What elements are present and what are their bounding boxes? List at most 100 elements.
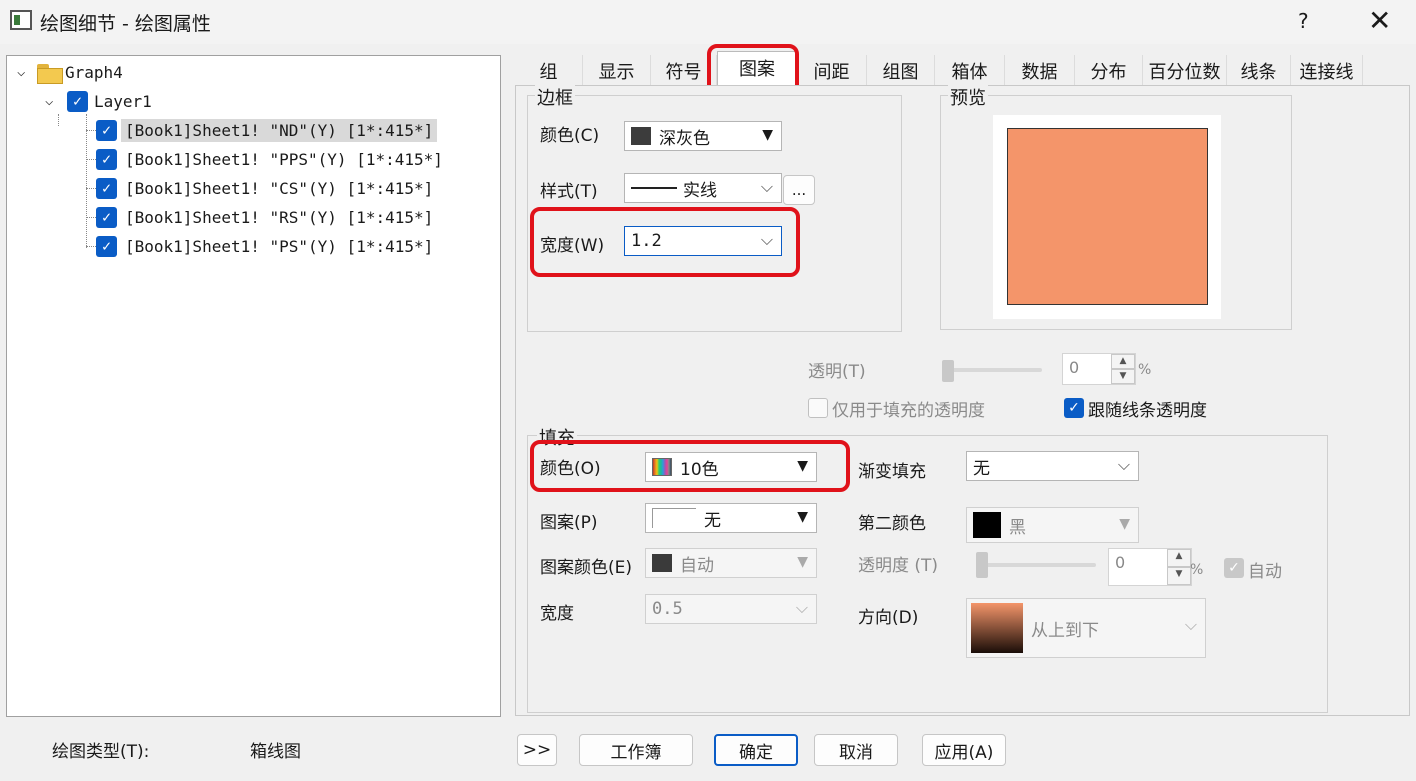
close-button[interactable]: ✕ bbox=[1368, 4, 1391, 37]
apply-button[interactable]: 应用(A) bbox=[922, 734, 1006, 766]
cancel-button[interactable]: 取消 bbox=[814, 734, 898, 766]
fill-opacity-slider-thumb[interactable] bbox=[976, 552, 988, 578]
tab-distribution[interactable]: 分布 bbox=[1075, 55, 1143, 85]
color-swatch bbox=[631, 127, 651, 145]
tab-spacing[interactable]: 间距 bbox=[797, 55, 867, 85]
second-color-value: 黑 bbox=[1009, 517, 1026, 538]
window-title: 绘图细节 - 绘图属性 bbox=[40, 13, 211, 35]
transparency-label: 透明(T) bbox=[808, 362, 866, 382]
transparency-value: 0 bbox=[1069, 358, 1080, 377]
tree-item[interactable]: ✓ [Book1]Sheet1! "RS"(Y) [1*:415*] bbox=[96, 204, 437, 230]
transparency-slider-track bbox=[942, 368, 1042, 372]
spin-down-icon[interactable]: ▼ bbox=[1111, 369, 1135, 384]
tab-data[interactable]: 数据 bbox=[1005, 55, 1075, 85]
tree-item[interactable]: ✓ [Book1]Sheet1! "PS"(Y) [1*:415*] bbox=[96, 233, 437, 259]
border-style-label: 样式(T) bbox=[540, 182, 598, 202]
tab-group[interactable]: 组 bbox=[515, 55, 583, 85]
direction-label: 方向(D) bbox=[858, 608, 919, 628]
tree-item-label: [Book1]Sheet1! "CS"(Y) [1*:415*] bbox=[125, 178, 434, 198]
tree-item-label: [Book1]Sheet1! "RS"(Y) [1*:415*] bbox=[125, 207, 434, 227]
chevron-down-icon[interactable]: ⌵ bbox=[45, 94, 59, 108]
checkbox-checked-icon[interactable]: ✓ bbox=[96, 148, 117, 170]
gradient-fill-select[interactable]: 无 ⌵ bbox=[966, 451, 1139, 481]
workbook-button[interactable]: 工作簿 bbox=[579, 734, 693, 766]
fill-opacity-unit: % bbox=[1190, 562, 1204, 578]
dropdown-arrow-icon: ▼ bbox=[797, 554, 808, 570]
tree-node-layer[interactable]: ⌵ ✓ Layer1 bbox=[45, 88, 152, 114]
spin-up-icon[interactable]: ▲ bbox=[1111, 354, 1135, 369]
pattern-color-select[interactable]: 自动 ▼ bbox=[645, 548, 817, 578]
border-style-more-button[interactable]: ... bbox=[783, 175, 815, 205]
expand-button[interactable]: >> bbox=[517, 734, 557, 766]
checkbox-checked-icon[interactable]: ✓ bbox=[96, 235, 117, 257]
help-button[interactable]: ? bbox=[1298, 9, 1309, 33]
follow-line-transparency-checkbox[interactable]: ✓ bbox=[1064, 398, 1084, 418]
tree-node-label: Graph4 bbox=[65, 62, 123, 82]
border-style-value: 实线 bbox=[683, 180, 717, 201]
direction-select[interactable]: 从上到下 ⌵ bbox=[966, 598, 1206, 658]
tab-display[interactable]: 显示 bbox=[583, 55, 651, 85]
preview-group-label: 预览 bbox=[948, 84, 988, 110]
fill-pattern-select[interactable]: 无 ▼ bbox=[645, 503, 817, 533]
gradient-fill-label: 渐变填充 bbox=[858, 462, 926, 482]
folder-open-icon bbox=[37, 62, 63, 84]
checkbox-checked-icon[interactable]: ✓ bbox=[67, 90, 88, 112]
gradient-fill-value: 无 bbox=[973, 458, 990, 479]
chevron-down-icon: ⌵ bbox=[795, 598, 808, 617]
tab-lines[interactable]: 线条 bbox=[1227, 55, 1291, 85]
tree-item[interactable]: ✓ [Book1]Sheet1! "ND"(Y) [1*:415*] bbox=[96, 117, 438, 143]
direction-value: 从上到下 bbox=[1031, 620, 1099, 641]
tab-connect-lines[interactable]: 连接线 bbox=[1291, 55, 1363, 85]
chevron-down-icon[interactable]: ⌵ bbox=[17, 65, 31, 79]
spin-down-icon[interactable]: ▼ bbox=[1167, 567, 1191, 585]
tree-item-label: [Book1]Sheet1! "PS"(Y) [1*:415*] bbox=[125, 236, 434, 256]
color-swatch bbox=[652, 554, 672, 572]
fill-pattern-label: 图案(P) bbox=[540, 513, 598, 533]
border-color-select[interactable]: 深灰色 ▼ bbox=[624, 121, 782, 151]
tree-node-graph[interactable]: ⌵ Graph4 bbox=[17, 59, 123, 85]
chevron-down-icon: ⌵ bbox=[1184, 615, 1197, 634]
fill-pattern-value: 无 bbox=[704, 510, 721, 531]
chevron-down-icon: ⌵ bbox=[760, 177, 773, 196]
auto-checkbox[interactable]: ✓ bbox=[1224, 558, 1244, 578]
pattern-color-value: 自动 bbox=[680, 555, 714, 576]
fill-opacity-slider-track bbox=[976, 563, 1096, 567]
tab-percentile[interactable]: 百分位数 bbox=[1143, 55, 1227, 85]
tree-node-label: Layer1 bbox=[94, 91, 152, 111]
follow-line-transparency-label: 跟随线条透明度 bbox=[1088, 401, 1207, 421]
pattern-color-label: 图案颜色(E) bbox=[540, 558, 633, 578]
pattern-width-select[interactable]: 0.5 ⌵ bbox=[645, 594, 817, 624]
border-color-label: 颜色(C) bbox=[540, 126, 600, 146]
ok-button[interactable]: 确定 bbox=[714, 734, 798, 766]
plot-type-value: 箱线图 bbox=[250, 742, 301, 762]
border-group-label: 边框 bbox=[535, 84, 575, 110]
fill-opacity-spinbox[interactable]: 0 ▲ ▼ bbox=[1108, 548, 1192, 586]
transparency-slider-thumb[interactable] bbox=[942, 360, 954, 382]
fill-only-transparency-checkbox[interactable] bbox=[808, 398, 828, 418]
dropdown-arrow-icon: ▼ bbox=[797, 509, 808, 525]
second-color-label: 第二颜色 bbox=[858, 514, 926, 534]
dropdown-arrow-icon: ▼ bbox=[762, 127, 773, 143]
gradient-direction-icon bbox=[971, 603, 1023, 653]
second-color-select[interactable]: 黑 ▼ bbox=[966, 507, 1139, 543]
tab-subplot[interactable]: 组图 bbox=[867, 55, 935, 85]
transparency-spinbox[interactable]: 0 ▲ ▼ bbox=[1062, 353, 1136, 385]
checkbox-checked-icon[interactable]: ✓ bbox=[96, 177, 117, 199]
spin-up-icon[interactable]: ▲ bbox=[1167, 549, 1191, 567]
tree-item[interactable]: ✓ [Book1]Sheet1! "PPS"(Y) [1*:415*] bbox=[96, 146, 447, 172]
tab-box[interactable]: 箱体 bbox=[935, 55, 1005, 85]
checkbox-checked-icon[interactable]: ✓ bbox=[96, 119, 117, 141]
dropdown-arrow-icon: ▼ bbox=[1119, 516, 1130, 532]
tree-item[interactable]: ✓ [Book1]Sheet1! "CS"(Y) [1*:415*] bbox=[96, 175, 437, 201]
border-style-select[interactable]: 实线 ⌵ bbox=[624, 173, 782, 203]
highlight-fill-color bbox=[530, 440, 850, 492]
transparency-unit: % bbox=[1138, 362, 1152, 378]
checkbox-checked-icon[interactable]: ✓ bbox=[96, 206, 117, 228]
auto-label: 自动 bbox=[1248, 562, 1282, 582]
color-swatch bbox=[973, 512, 1001, 538]
pattern-width-value: 0.5 bbox=[652, 599, 683, 619]
solid-line-icon bbox=[631, 187, 677, 189]
preview-box-swatch bbox=[1007, 128, 1208, 305]
tree-item-label: [Book1]Sheet1! "ND"(Y) [1*:415*] bbox=[121, 118, 438, 142]
plot-type-label: 绘图类型(T): bbox=[52, 742, 150, 762]
